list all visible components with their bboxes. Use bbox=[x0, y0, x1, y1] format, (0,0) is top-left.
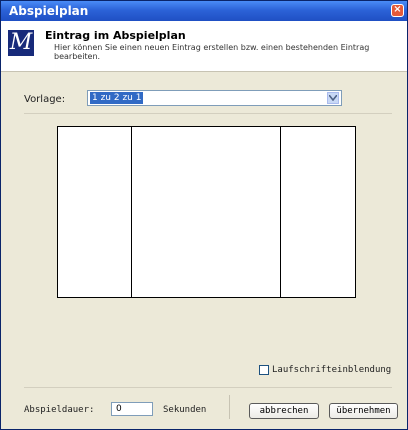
cancel-button[interactable]: abbrechen bbox=[249, 403, 319, 419]
dialog-window: Abspielplan × M Eintrag im Abspielplan H… bbox=[0, 0, 408, 430]
header-title: Eintrag im Abspielplan bbox=[45, 29, 186, 42]
duration-input[interactable]: 0 bbox=[111, 402, 153, 416]
layout-pane-center[interactable] bbox=[132, 127, 281, 297]
ticker-checkbox[interactable] bbox=[259, 365, 269, 375]
dialog-header: M Eintrag im Abspielplan Hier können Sie… bbox=[1, 21, 407, 72]
header-subtitle: Hier können Sie einen neuen Eintrag erst… bbox=[54, 43, 370, 61]
duration-label: Abspieldauer: bbox=[24, 405, 95, 415]
divider bbox=[229, 395, 230, 419]
title-bar[interactable]: Abspielplan × bbox=[1, 1, 407, 21]
layout-pane-left[interactable] bbox=[58, 127, 132, 297]
vorlage-label: Vorlage: bbox=[24, 94, 66, 105]
apply-button[interactable]: übernehmen bbox=[329, 403, 398, 419]
divider bbox=[24, 387, 392, 388]
ticker-option[interactable]: Laufschrifteinblendung bbox=[259, 365, 391, 375]
close-icon[interactable]: × bbox=[391, 4, 404, 17]
layout-pane-right[interactable] bbox=[281, 127, 355, 297]
divider bbox=[24, 113, 392, 114]
app-logo: M bbox=[8, 30, 34, 56]
duration-unit-label: Sekunden bbox=[163, 405, 207, 415]
vorlage-select[interactable]: 1 zu 2 zu 1 bbox=[87, 90, 342, 106]
vorlage-selected-value: 1 zu 2 zu 1 bbox=[90, 92, 144, 104]
chevron-down-icon[interactable] bbox=[327, 92, 339, 104]
layout-preview bbox=[57, 126, 356, 298]
ticker-label: Laufschrifteinblendung bbox=[272, 365, 392, 375]
window-title: Abspielplan bbox=[9, 4, 89, 18]
